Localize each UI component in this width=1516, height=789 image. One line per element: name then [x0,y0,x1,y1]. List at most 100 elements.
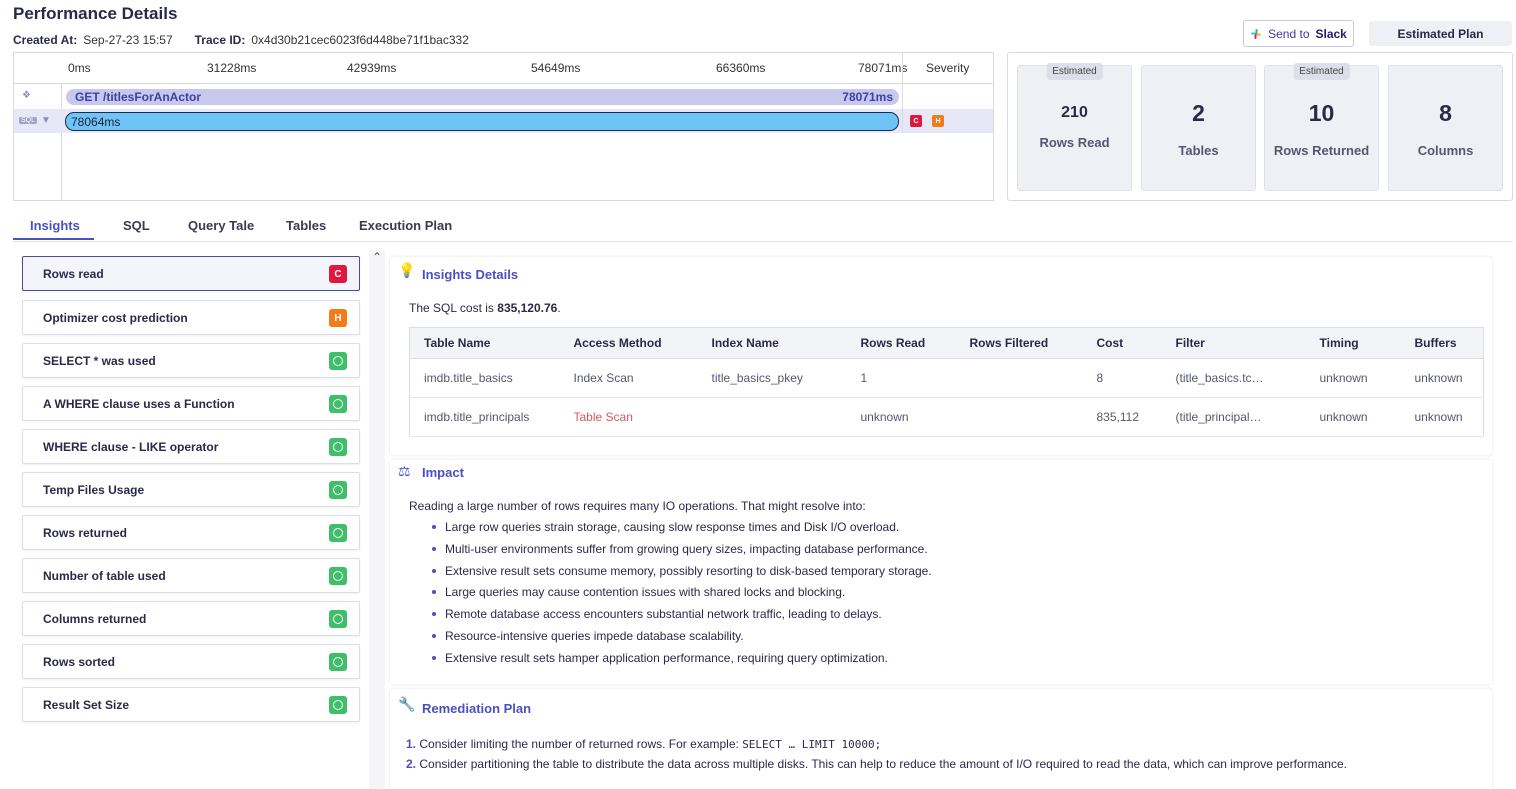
column-header: Filter [1161,327,1306,359]
table-scan-warning: Table Scan [559,397,698,437]
insight-where-function[interactable]: A WHERE clause uses a Function [22,386,360,421]
trace-timeline: 0ms 31228ms 42939ms 54649ms 66360ms 7807… [13,52,994,201]
lightbulb-icon: 💡 [398,262,416,278]
tick-label: 66360ms [716,61,766,75]
tab-query-tale[interactable]: Query Tale [188,218,254,233]
panel-title: Remediation Plan [422,701,532,716]
panel-title: Impact [422,465,464,480]
created-at: Created At: Sep-27-23 15:57 [13,33,173,47]
sql-icon: SQL [19,117,38,124]
insight-select-star[interactable]: SELECT * was used [22,343,360,378]
insights-details-panel: 💡 Insights Details The SQL cost is 835,1… [390,257,1492,455]
stat-rows-read: Estimated 210 Rows Read [1017,63,1132,191]
check-icon [329,567,347,585]
list-item: Resource-intensive queries impede databa… [432,629,932,651]
insight-where-like[interactable]: WHERE clause - LIKE operator [22,429,360,464]
list-item: Multi-user environments suffer from grow… [432,542,932,564]
column-header: Index Name [697,327,847,359]
send-to-slack-button[interactable]: Send to Slack [1243,20,1354,47]
stat-value: 8 [1439,100,1452,126]
tab-tables[interactable]: Tables [286,218,326,233]
active-tab-indicator [13,238,94,240]
impact-panel: ⚖ Impact Reading a large number of rows … [390,460,1492,684]
insight-optimizer-cost[interactable]: Optimizer cost prediction H [22,300,360,335]
high-badge: H [932,115,944,127]
insight-columns-returned[interactable]: Columns returned [22,601,360,636]
access-table: Table Name Access Method Index Name Rows… [409,327,1484,437]
tick-label: 54649ms [531,61,581,75]
tab-insights[interactable]: Insights [30,218,80,233]
stat-label: Tables [1178,143,1219,158]
impact-list: Large row queries strain storage, causin… [432,520,932,673]
check-icon [329,352,347,370]
tab-sql[interactable]: SQL [123,218,150,233]
panel-title: Insights Details [422,267,519,282]
slack-icon [1251,28,1262,39]
estimated-plan-button[interactable]: Estimated Plan [1369,21,1512,46]
remediation-step: 1. Consider limiting the number of retur… [406,737,882,751]
chevron-up-icon[interactable]: ⌃ [372,250,382,264]
timeline-header: 0ms 31228ms 42939ms 54649ms 66360ms 7807… [14,53,993,84]
insight-temp-files[interactable]: Temp Files Usage [22,472,360,507]
trace-id: Trace ID: 0x4d30b21cec6023f6d448be71f1bac… [194,33,469,47]
check-icon [329,395,347,413]
check-icon [329,610,347,628]
http-span-bar[interactable]: GET /titlesForAnActor 78071ms [66,89,899,105]
check-icon [329,438,347,456]
insight-tables-used[interactable]: Number of table used [22,558,360,593]
remediation-steps: 1. Consider limiting the number of retur… [406,737,1347,777]
insight-rows-returned[interactable]: Rows returned [22,515,360,550]
stat-value: 10 [1308,100,1335,126]
sql-cost-text: The SQL cost is 835,120.76. [409,301,561,315]
column-header: Buffers [1400,327,1484,359]
stat-columns: 8 Columns [1388,65,1503,191]
insight-rows-read[interactable]: Rows read C [22,256,360,291]
column-header: Cost [1082,327,1162,359]
list-item: Extensive result sets hamper application… [432,651,932,673]
insight-rows-sorted[interactable]: Rows sorted [22,644,360,679]
thumbs-down-icon: ▼ [41,115,51,126]
check-icon [329,524,347,542]
timeline-row-sql[interactable]: SQL ▼ 78064ms C H [14,109,993,133]
sql-span-bar[interactable]: 78064ms [65,112,899,131]
estimated-tag: Estimated [1046,63,1103,80]
estimated-tag: Estimated [1293,63,1350,80]
critical-badge: C [329,265,347,283]
tick-label: 42939ms [347,61,397,75]
stat-label: Rows Read [1039,135,1110,150]
column-header: Rows Read [846,327,956,359]
scrollbar[interactable]: ⌃ [369,250,385,789]
tab-bar: Insights SQL Query Tale Tables Execution… [13,212,1513,242]
critical-badge: C [910,115,922,127]
stat-value: 210 [1061,104,1088,121]
list-item: Large row queries strain storage, causin… [432,520,932,542]
remediation-step: 2. Consider partitioning the table to di… [406,757,1347,771]
impact-intro: Reading a large number of rows requires … [409,499,866,513]
column-header: Table Name [409,327,560,359]
list-item: Large queries may cause contention issue… [432,585,932,607]
column-header: Rows Filtered [955,327,1083,359]
tick-label: 31228ms [207,61,257,75]
column-header: Timing [1305,327,1401,359]
check-icon [329,481,347,499]
impact-icon: ⚖ [398,463,411,479]
column-header: Access Method [559,327,698,359]
wrench-icon: 🔧 [398,696,416,712]
page-title: Performance Details [13,4,178,23]
tab-execution-plan[interactable]: Execution Plan [359,218,452,233]
timeline-row-http[interactable]: ❖ GET /titlesForAnActor 78071ms [14,84,993,109]
tick-label: 78071ms [858,61,908,75]
insight-result-set-size[interactable]: Result Set Size [22,687,360,722]
remediation-panel: 🔧 Remediation Plan 1. Consider limiting … [390,689,1492,789]
stat-label: Rows Returned [1273,143,1370,158]
high-badge: H [329,309,347,327]
stat-label: Columns [1417,143,1474,158]
stat-rows-returned: Estimated 10 Rows Returned [1264,63,1379,191]
check-icon [329,696,347,714]
code-snippet: SELECT … LIMIT 10000; [742,738,882,751]
list-item: Extensive result sets consume memory, po… [432,564,932,586]
table-row[interactable]: imdb.title_basics Index Scan title_basic… [409,358,1484,398]
table-row[interactable]: imdb.title_principals Table Scan unknown… [409,397,1484,437]
stats-panel: Estimated 210 Rows Read 2 Tables Estimat… [1007,52,1513,201]
list-item: Remote database access encounters substa… [432,607,932,629]
